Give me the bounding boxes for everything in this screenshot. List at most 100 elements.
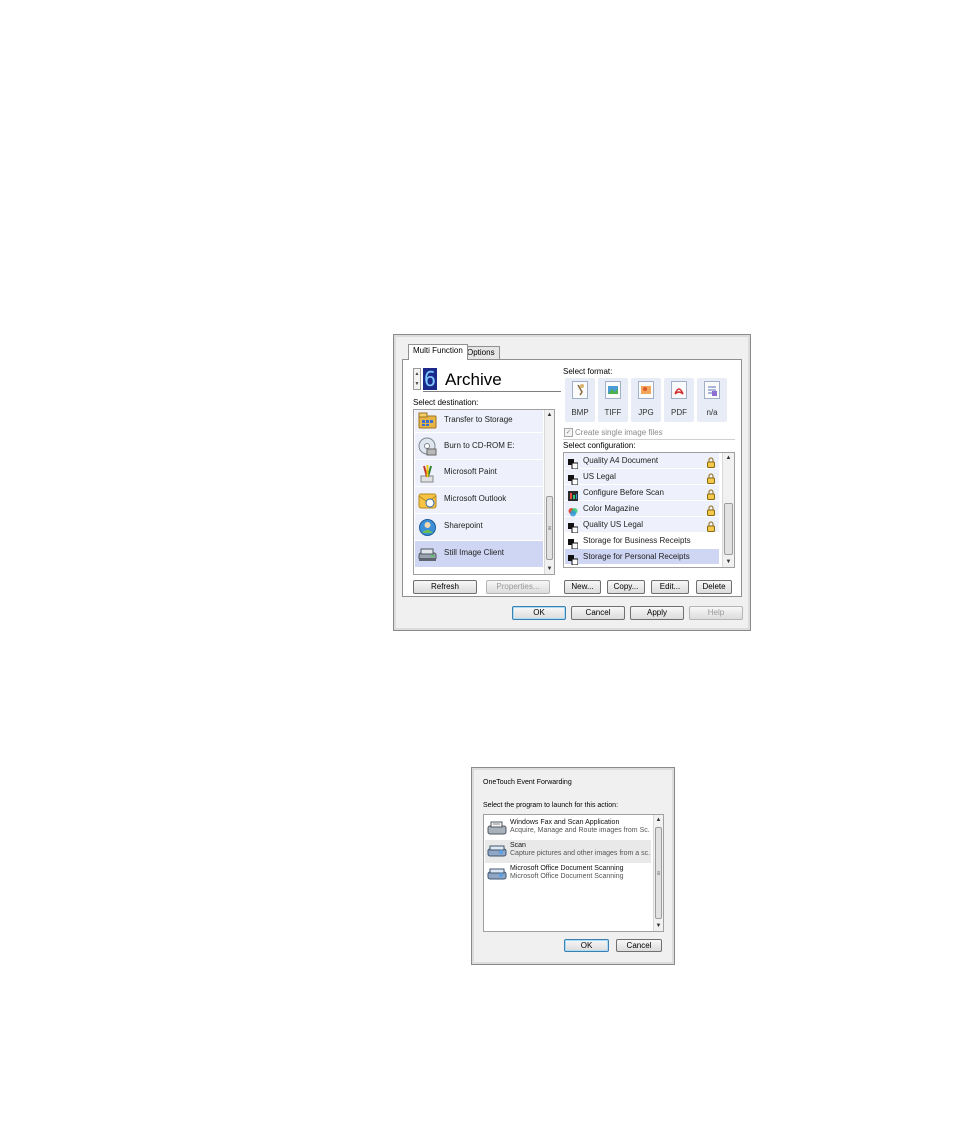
configuration-scrollbar[interactable]: ▲ ▼ — [722, 453, 734, 567]
copy-button[interactable]: Copy... — [607, 580, 645, 594]
destination-label: Burn to CD-ROM E: — [444, 441, 515, 450]
configuration-label: Quality US Legal — [583, 520, 644, 529]
bw-document-icon — [568, 520, 579, 534]
scroll-up-arrow-icon[interactable]: ▲ — [654, 815, 663, 825]
configuration-list[interactable]: Quality A4 Document US Legal Configure B… — [563, 452, 735, 568]
color-icon — [568, 504, 578, 517]
button-name-title: Archive — [445, 370, 502, 389]
select-program-label: Select the program to launch for this ac… — [483, 802, 619, 809]
jpg-file-icon — [638, 381, 654, 399]
list-item-configuration[interactable]: Configure Before Scan — [565, 485, 719, 501]
list-item-program-selected[interactable]: Scan Capture pictures and other images f… — [485, 840, 651, 863]
format-text[interactable]: n/a — [697, 378, 727, 422]
fax-scanner-icon — [487, 820, 507, 836]
cancel-button[interactable]: Cancel — [571, 606, 625, 620]
destination-label: Microsoft Outlook — [444, 494, 507, 503]
ok-button[interactable]: OK — [512, 606, 566, 620]
format-label: n/a — [706, 408, 718, 417]
list-item-destination[interactable]: Microsoft Paint — [415, 460, 543, 487]
apply-button[interactable]: Apply — [630, 606, 684, 620]
properties-dialog: Options Multi Function ▲ ▼ 6 Archive Sele… — [393, 334, 751, 631]
lock-icon — [707, 487, 715, 500]
program-description: Capture pictures and other images from a… — [510, 850, 650, 857]
button-number-spinner[interactable]: ▲ ▼ — [413, 368, 421, 390]
scroll-down-arrow-icon[interactable]: ▼ — [545, 564, 554, 574]
tab-panel: ▲ ▼ 6 Archive Select destination: Transfe… — [402, 359, 742, 597]
bw-document-icon — [568, 552, 579, 566]
list-item-destination[interactable]: Sharepoint — [415, 514, 543, 541]
destination-label: Still Image Client — [444, 548, 505, 557]
create-single-image-checkbox[interactable]: ✓ — [564, 428, 573, 437]
bw-document-icon — [568, 536, 579, 550]
destination-list[interactable]: Transfer to Storage Burn to CD-ROM E: Mi… — [413, 409, 555, 575]
cd-icon — [418, 437, 437, 456]
format-label: PDF — [671, 408, 687, 417]
list-item-configuration[interactable]: Storage for Business Receipts — [565, 533, 719, 550]
lock-icon — [707, 455, 715, 468]
tiff-file-icon — [605, 381, 621, 399]
configuration-label: Storage for Personal Receipts — [583, 552, 690, 561]
select-configuration-label: Select configuration: — [563, 441, 636, 450]
tab-multi-function[interactable]: Multi Function — [408, 344, 468, 360]
program-list[interactable]: Windows Fax and Scan Application Acquire… — [483, 814, 664, 932]
ok-button[interactable]: OK — [564, 939, 609, 952]
format-bmp[interactable]: BMP — [565, 378, 595, 422]
configuration-label: Storage for Business Receipts — [583, 536, 691, 545]
select-format-label: Select format: — [563, 367, 613, 376]
scroll-up-arrow-icon[interactable]: ▲ — [545, 410, 554, 420]
list-item-configuration[interactable]: Color Magazine — [565, 501, 719, 517]
program-description: Acquire, Manage and Route images from Sc… — [510, 827, 650, 834]
format-label: BMP — [571, 408, 589, 417]
outlook-icon — [418, 491, 437, 510]
configuration-label: Quality A4 Document — [583, 456, 659, 465]
properties-button[interactable]: Properties... — [486, 580, 550, 594]
program-scrollbar[interactable]: ▲ ≡ ▼ — [653, 815, 663, 931]
edit-button[interactable]: Edit... — [651, 580, 689, 594]
cancel-button[interactable]: Cancel — [616, 939, 662, 952]
event-forwarding-dialog: OneTouch Event Forwarding Select the pro… — [471, 767, 675, 965]
list-item-configuration-selected[interactable]: Storage for Personal Receipts — [565, 549, 719, 566]
help-button[interactable]: Help — [689, 606, 743, 620]
list-item-destination[interactable]: Burn to CD-ROM E: — [415, 433, 543, 460]
scanner-icon — [487, 866, 507, 882]
text-file-icon — [704, 381, 720, 399]
format-label: TIFF — [604, 408, 622, 417]
list-item-configuration[interactable]: Quality US Legal — [565, 517, 719, 534]
scanner-icon — [487, 843, 507, 859]
format-tiff[interactable]: TIFF — [598, 378, 628, 422]
scroll-down-arrow-icon[interactable]: ▼ — [654, 921, 663, 931]
sharepoint-icon — [418, 518, 437, 537]
configuration-label: Configure Before Scan — [583, 488, 664, 497]
list-item-program[interactable]: Microsoft Office Document Scanning Micro… — [485, 863, 651, 886]
list-item-configuration[interactable]: US Legal — [565, 469, 719, 486]
bmp-file-icon — [572, 381, 588, 399]
format-pdf[interactable]: PDF — [664, 378, 694, 422]
list-item-destination[interactable]: Transfer to Storage — [415, 410, 543, 433]
destination-label: Transfer to Storage — [444, 415, 513, 424]
button-number-display: 6 — [423, 367, 437, 391]
configure-scan-icon — [568, 488, 578, 501]
delete-button[interactable]: Delete — [696, 580, 732, 594]
scroll-thumb[interactable]: ≡ — [546, 496, 553, 560]
scroll-thumb[interactable] — [724, 503, 733, 555]
pdf-file-icon — [671, 381, 687, 399]
format-jpg[interactable]: JPG — [631, 378, 661, 422]
lock-icon — [707, 471, 715, 484]
list-item-destination[interactable]: Microsoft Outlook — [415, 487, 543, 514]
list-item-program[interactable]: Windows Fax and Scan Application Acquire… — [485, 817, 651, 840]
lock-icon — [707, 503, 715, 516]
configuration-label: Color Magazine — [583, 504, 640, 513]
scroll-down-arrow-icon[interactable]: ▼ — [723, 557, 734, 567]
destination-label: Sharepoint — [444, 521, 483, 530]
scroll-up-arrow-icon[interactable]: ▲ — [723, 453, 734, 463]
new-button[interactable]: New... — [564, 580, 601, 594]
scroll-thumb[interactable]: ≡ — [655, 827, 662, 919]
list-item-configuration[interactable]: Quality A4 Document — [565, 453, 719, 470]
destination-label: Microsoft Paint — [444, 467, 497, 476]
paint-icon — [418, 464, 437, 483]
refresh-button[interactable]: Refresh — [413, 580, 477, 594]
destination-scrollbar[interactable]: ▲ ≡ ▼ — [544, 410, 554, 574]
program-description: Microsoft Office Document Scanning — [510, 873, 624, 880]
list-item-destination-selected[interactable]: Still Image Client — [415, 541, 543, 568]
lock-icon — [707, 519, 715, 532]
